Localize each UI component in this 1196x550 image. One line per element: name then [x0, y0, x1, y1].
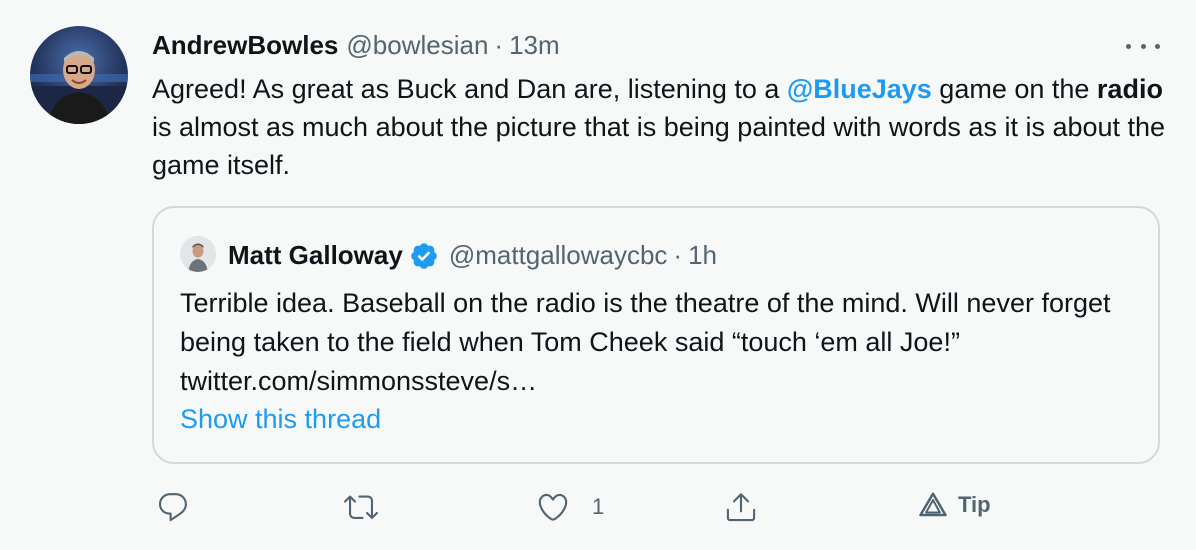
tweet[interactable]: AndrewBowles @bowlesian · 13m Agreed! As…	[0, 0, 1196, 550]
show-thread-link[interactable]: Show this thread	[180, 404, 381, 435]
highlighted-word: radio	[1096, 74, 1163, 104]
like-button[interactable]: 1	[536, 490, 604, 524]
quoted-author-name[interactable]: Matt Galloway	[228, 240, 403, 271]
quoted-header: Matt Galloway @mattgallowaycbc · 1h	[228, 240, 717, 271]
more-icon[interactable]	[1126, 34, 1160, 58]
verified-icon	[411, 242, 437, 269]
retweet-button[interactable]	[344, 490, 400, 524]
tip-button[interactable]: Tip	[918, 490, 991, 520]
like-count: 1	[592, 494, 605, 519]
tweet-timestamp[interactable]: 13m	[509, 30, 560, 61]
retweet-icon	[344, 495, 378, 519]
tweet-header: AndrewBowles @bowlesian · 13m	[152, 30, 560, 64]
avatar[interactable]	[30, 26, 128, 124]
tweet-text: Agreed! As great as Buck and Dan are, li…	[152, 70, 1172, 184]
tweet-text-part: Agreed! As great as Buck and Dan are, li…	[152, 74, 787, 104]
quoted-tweet[interactable]: Matt Galloway @mattgallowaycbc · 1h Terr…	[152, 206, 1160, 464]
separator-dot: ·	[673, 240, 683, 270]
reply-button[interactable]	[156, 490, 212, 524]
separator-dot: ·	[494, 30, 504, 60]
quoted-text: Terrible idea. Baseball on the radio is …	[180, 288, 1111, 396]
share-icon	[726, 493, 756, 522]
tip-label: Tip	[958, 492, 991, 517]
quoted-timestamp[interactable]: 1h	[688, 240, 717, 271]
author-name[interactable]: AndrewBowles	[152, 30, 338, 61]
tip-icon	[919, 492, 947, 517]
tweet-text-part: game on the	[931, 74, 1097, 104]
tweet-text-part: is almost as much about the picture that…	[152, 112, 1166, 180]
reply-icon	[158, 493, 187, 522]
like-icon	[538, 493, 568, 521]
author-handle[interactable]: @bowlesian	[346, 30, 488, 61]
mention-link[interactable]: @BlueJays	[787, 74, 932, 104]
share-button[interactable]	[724, 490, 758, 524]
quoted-avatar[interactable]	[180, 236, 216, 272]
quoted-author-handle[interactable]: @mattgallowaycbc	[449, 240, 668, 271]
action-bar: 1 Tip	[0, 490, 1196, 530]
